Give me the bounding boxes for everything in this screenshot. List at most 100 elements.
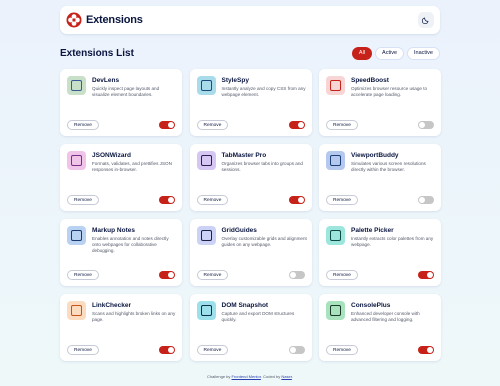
challenge-link[interactable]: Frontend Mentor bbox=[232, 374, 261, 379]
list-header: Extensions List All Active Inactive bbox=[60, 46, 440, 60]
extension-name: TabMaster Pro bbox=[221, 152, 267, 159]
card-text: DevLens Quickly inspect page layouts and… bbox=[92, 76, 178, 98]
card-footer: Remove bbox=[196, 345, 305, 355]
card-header: SpeedBoost Optimizes browser resource us… bbox=[326, 76, 435, 98]
extensions-logo-icon bbox=[66, 12, 82, 28]
card-header: Palette Picker Instantly extracts color … bbox=[326, 226, 435, 248]
extension-description: Quickly inspect page layouts and visuali… bbox=[92, 86, 160, 97]
extension-card: ConsolePlus Enhanced developer console w… bbox=[319, 294, 441, 361]
toggle-knob bbox=[297, 122, 304, 128]
attribution-suffix: . bbox=[291, 374, 293, 379]
remove-button[interactable]: Remove bbox=[326, 270, 358, 280]
enable-toggle[interactable] bbox=[418, 196, 434, 204]
extension-card: DevLens Quickly inspect page layouts and… bbox=[60, 69, 182, 136]
remove-button[interactable]: Remove bbox=[67, 270, 99, 280]
card-text: Markup Notes Enables annotation and note… bbox=[92, 226, 178, 254]
extension-card: LinkChecker Scans and highlights broken … bbox=[60, 294, 182, 361]
extension-description: Enables annotation and notes directly on… bbox=[92, 236, 169, 253]
enable-toggle[interactable] bbox=[159, 271, 175, 279]
toggle-knob bbox=[168, 272, 174, 278]
card-text: GridGuides Overlay customizable grids an… bbox=[222, 226, 308, 248]
extension-name: LinkChecker bbox=[92, 302, 132, 309]
remove-button[interactable]: Remove bbox=[67, 120, 99, 130]
card-footer: Remove bbox=[67, 120, 175, 130]
card-footer: Remove bbox=[67, 345, 175, 355]
card-header: LinkChecker Scans and highlights broken … bbox=[67, 301, 176, 323]
extension-description: Instantly analyze and copy CSS from any … bbox=[221, 86, 306, 97]
markup-notes-icon bbox=[67, 226, 86, 245]
extension-card: Markup Notes Enables annotation and note… bbox=[60, 219, 182, 286]
remove-button[interactable]: Remove bbox=[196, 345, 229, 355]
enable-toggle[interactable] bbox=[159, 346, 175, 354]
card-header: Markup Notes Enables annotation and note… bbox=[67, 226, 176, 254]
filter-all[interactable]: All bbox=[351, 46, 373, 60]
remove-button[interactable]: Remove bbox=[196, 195, 229, 205]
extension-description: Overlay customizable grids and alignment… bbox=[221, 236, 307, 247]
gridguides-icon bbox=[196, 226, 216, 245]
extension-card: JSONWizard Formats, validates, and prett… bbox=[60, 144, 182, 211]
card-footer: Remove bbox=[196, 270, 305, 280]
card-text: TabMaster Pro Organizes browser tabs int… bbox=[222, 151, 308, 173]
stylespy-icon bbox=[196, 76, 216, 95]
extension-card: DOM Snapshot Capture and export DOM stru… bbox=[189, 294, 312, 361]
extension-name: SpeedBoost bbox=[351, 77, 389, 84]
toggle-knob bbox=[168, 122, 174, 128]
enable-toggle[interactable] bbox=[418, 271, 434, 279]
toggle-knob bbox=[289, 347, 296, 353]
enable-toggle[interactable] bbox=[418, 121, 434, 129]
extensions-grid: DevLens Quickly inspect page layouts and… bbox=[60, 69, 441, 361]
extension-description: Instantly extracts color palettes from a… bbox=[351, 236, 434, 247]
card-header: DOM Snapshot Capture and export DOM stru… bbox=[196, 301, 308, 323]
extension-name: DevLens bbox=[92, 77, 120, 84]
remove-button[interactable]: Remove bbox=[67, 195, 99, 205]
enable-toggle[interactable] bbox=[288, 271, 305, 279]
remove-button[interactable]: Remove bbox=[196, 270, 229, 280]
enable-toggle[interactable] bbox=[418, 346, 434, 354]
attribution-middle: . Coded by bbox=[260, 374, 281, 379]
enable-toggle[interactable] bbox=[288, 196, 305, 204]
filter-group: All Active Inactive bbox=[351, 46, 440, 60]
card-footer: Remove bbox=[326, 270, 434, 280]
card-header: TabMaster Pro Organizes browser tabs int… bbox=[196, 151, 308, 173]
brand[interactable]: Extensions bbox=[66, 12, 143, 28]
card-footer: Remove bbox=[67, 270, 175, 280]
filter-inactive[interactable]: Inactive bbox=[407, 46, 440, 60]
remove-button[interactable]: Remove bbox=[326, 195, 358, 205]
toggle-knob bbox=[427, 347, 433, 353]
remove-button[interactable]: Remove bbox=[326, 120, 358, 130]
card-header: ViewportBuddy Simulates various screen r… bbox=[326, 151, 435, 173]
extension-card: StyleSpy Instantly analyze and copy CSS … bbox=[189, 69, 312, 136]
toggle-knob bbox=[419, 197, 425, 203]
filter-active[interactable]: Active bbox=[375, 46, 405, 60]
extension-name: ConsolePlus bbox=[351, 302, 391, 309]
card-header: ConsolePlus Enhanced developer console w… bbox=[326, 301, 435, 323]
remove-button[interactable]: Remove bbox=[326, 345, 358, 355]
card-text: DOM Snapshot Capture and export DOM stru… bbox=[222, 301, 308, 323]
theme-toggle-button[interactable] bbox=[418, 12, 434, 28]
viewportbuddy-icon bbox=[326, 151, 345, 170]
remove-button[interactable]: Remove bbox=[196, 120, 229, 130]
attribution: Challenge by Frontend Mentor. Coded by N… bbox=[0, 374, 500, 379]
toggle-knob bbox=[168, 347, 174, 353]
card-header: DevLens Quickly inspect page layouts and… bbox=[67, 76, 176, 98]
enable-toggle[interactable] bbox=[159, 196, 175, 204]
app-title: Extensions bbox=[86, 14, 143, 26]
linkchecker-icon bbox=[67, 301, 86, 320]
card-text: LinkChecker Scans and highlights broken … bbox=[92, 301, 178, 323]
card-text: StyleSpy Instantly analyze and copy CSS … bbox=[222, 76, 308, 98]
moon-icon bbox=[422, 17, 429, 24]
enable-toggle[interactable] bbox=[288, 346, 305, 354]
author-link[interactable]: Naser bbox=[281, 374, 291, 379]
extension-description: Formats, validates, and prettifies JSON … bbox=[92, 161, 172, 172]
extension-description: Simulates various screen resolutions dir… bbox=[351, 161, 426, 172]
toggle-knob bbox=[168, 197, 174, 203]
card-header: JSONWizard Formats, validates, and prett… bbox=[67, 151, 176, 173]
extension-name: Palette Picker bbox=[351, 227, 394, 234]
toggle-knob bbox=[419, 122, 425, 128]
toggle-knob bbox=[289, 272, 296, 278]
remove-button[interactable]: Remove bbox=[67, 345, 99, 355]
card-text: ViewportBuddy Simulates various screen r… bbox=[351, 151, 437, 173]
enable-toggle[interactable] bbox=[159, 121, 175, 129]
extension-description: Organizes browser tabs into groups and s… bbox=[221, 161, 303, 172]
enable-toggle[interactable] bbox=[288, 121, 305, 129]
